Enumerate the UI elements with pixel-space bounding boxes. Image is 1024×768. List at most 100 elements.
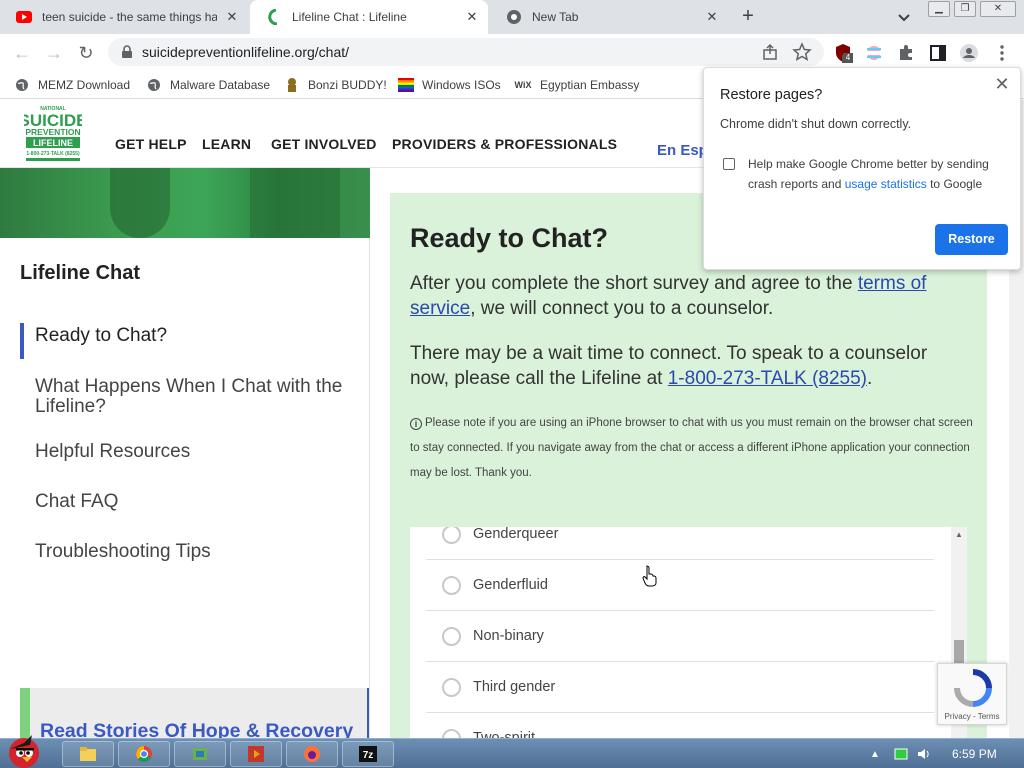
bookmark-egyptian-embassy[interactable]: WiX Egyptian Embassy (514, 76, 640, 94)
share-icon[interactable] (760, 42, 780, 62)
lifeline-icon (266, 9, 282, 25)
address-bar[interactable]: suicidepreventionlifeline.org/chat/ (108, 38, 824, 66)
extensions-puzzle-icon[interactable] (896, 43, 916, 63)
sidebar-item-ready-to-chat[interactable]: Ready to Chat? (35, 326, 355, 346)
option-label: Third gender (473, 679, 556, 695)
svg-text:7z: 7z (363, 750, 374, 761)
nav-learn[interactable]: LEARN (202, 136, 251, 152)
minimize-button[interactable]: ▁ (928, 1, 950, 17)
nav-get-help[interactable]: GET HELP (115, 136, 187, 152)
bookmark-label: Bonzi BUDDY! (308, 78, 387, 92)
taskbar-7zip[interactable]: 7z (342, 741, 394, 767)
lifeline-logo[interactable]: NATIONAL SUICIDE PREVENTION LIFELINE 1-8… (19, 104, 87, 164)
recaptcha-links[interactable]: Privacy - Terms (938, 712, 1006, 721)
recaptcha-badge[interactable]: Privacy - Terms (937, 663, 1007, 725)
option-label: Genderfluid (473, 577, 548, 593)
stories-cta-label: Read Stories Of Hope & Recovery (40, 720, 354, 738)
taskbar-explorer[interactable] (62, 741, 114, 767)
active-indicator (20, 323, 24, 359)
crash-report-checkbox[interactable] (723, 158, 735, 170)
chevron-down-icon (898, 14, 910, 22)
radio-button[interactable] (442, 677, 461, 697)
new-tab-button[interactable]: + (737, 6, 759, 28)
extension-badge: 4 (843, 53, 853, 63)
bookmark-malware-database[interactable]: Malware Database (146, 76, 270, 94)
bookmark-label: Windows ISOs (422, 78, 501, 92)
taskbar-chrome[interactable] (118, 741, 170, 767)
option-two-spirit[interactable]: Two-spirit (426, 713, 934, 738)
radio-button[interactable] (442, 575, 461, 595)
wait-time-paragraph: There may be a wait time to connect. To … (410, 343, 928, 389)
more-menu-icon[interactable] (992, 43, 1012, 63)
wix-icon: WiX (514, 80, 532, 90)
language-toggle[interactable]: En Esp (657, 142, 708, 159)
system-tray: ▲ (866, 739, 1024, 768)
iphone-note: i Please note if you are using an iPhone … (410, 417, 973, 479)
bookmark-star-icon[interactable] (792, 42, 812, 62)
scroll-up-icon[interactable]: ▲ (954, 531, 964, 539)
intro-paragraph: After you complete the short survey and … (410, 273, 927, 319)
bookmark-windows-isos[interactable]: Windows ISOs (398, 76, 501, 94)
option-genderqueer[interactable]: Genderqueer (426, 527, 934, 560)
reload-button[interactable]: ↻ (75, 42, 97, 64)
tab-search-button[interactable] (895, 8, 913, 26)
hand-cursor-icon (642, 565, 657, 587)
sidebar-item-chat-faq[interactable]: Chat FAQ (35, 492, 355, 512)
stories-cta[interactable]: Read Stories Of Hope & Recovery (20, 688, 369, 738)
radio-button[interactable] (442, 728, 461, 738)
radio-button[interactable] (442, 626, 461, 646)
bookmark-bonzi-buddy[interactable]: Bonzi BUDDY! (284, 76, 387, 94)
bookmark-label: Egyptian Embassy (540, 78, 640, 92)
tab-lifeline-chat[interactable]: Lifeline Chat : Lifeline ✕ (250, 0, 488, 34)
page-title: Ready to Chat? (410, 223, 609, 253)
taskbar-app[interactable] (174, 741, 226, 767)
clock[interactable]: 6:59 PM (952, 747, 997, 761)
pride-flag-icon[interactable] (864, 43, 884, 63)
folder-icon (80, 747, 96, 761)
profile-avatar-icon[interactable] (959, 43, 979, 63)
nav-get-involved[interactable]: GET INVOLVED (271, 136, 377, 152)
close-tab-icon[interactable]: ✕ (704, 9, 720, 25)
tab-strip: teen suicide - the same things ha ✕ Life… (0, 0, 1024, 34)
forward-button[interactable]: → (43, 42, 65, 64)
sidebar-item-troubleshooting[interactable]: Troubleshooting Tips (35, 542, 355, 562)
option-genderfluid[interactable]: Genderfluid (426, 560, 934, 611)
side-panel-icon[interactable] (928, 43, 948, 63)
sidebar-item-what-happens[interactable]: What Happens When I Chat with the Lifeli… (35, 377, 355, 417)
photo-app-icon (193, 748, 207, 760)
close-window-button[interactable]: ✕ (980, 1, 1016, 17)
option-third-gender[interactable]: Third gender (426, 662, 934, 713)
tab-youtube[interactable]: teen suicide - the same things ha ✕ (0, 0, 248, 34)
crash-report-label: Help make Google Chrome better by sendin… (748, 157, 989, 191)
nav-providers-professionals[interactable]: PROVIDERS & PROFESSIONALS (392, 136, 617, 152)
dialog-message: Chrome didn't shut down correctly. (720, 117, 912, 131)
taskbar: 7z ▲ 6:59 PM (0, 735, 1024, 768)
battery-icon[interactable] (894, 747, 908, 761)
close-tab-icon[interactable]: ✕ (464, 9, 480, 25)
radio-button[interactable] (442, 527, 461, 544)
lifeline-phone-link[interactable]: 1-800-273-TALK (8255) (668, 368, 867, 389)
option-non-binary[interactable]: Non-binary (426, 611, 934, 662)
tab-new-tab[interactable]: New Tab ✕ (490, 0, 728, 34)
svg-text:1-800-273-TALK (8255): 1-800-273-TALK (8255) (26, 151, 80, 157)
restore-button[interactable]: Restore (935, 224, 1008, 255)
close-tab-icon[interactable]: ✕ (224, 9, 240, 25)
chrome-icon (506, 9, 522, 25)
usage-statistics-link[interactable]: usage statistics (845, 177, 927, 191)
survey-chat-widget: Genderqueer Genderfluid Non-binary Third… (410, 527, 967, 738)
restore-window-button[interactable]: ❐ (954, 1, 976, 17)
bookmark-memz[interactable]: MEMZ Download (14, 76, 130, 94)
taskbar-media-player[interactable] (230, 741, 282, 767)
tab-title: teen suicide - the same things ha (42, 10, 217, 24)
close-dialog-icon[interactable]: ✕ (992, 74, 1012, 94)
svg-text:LIFELINE: LIFELINE (33, 138, 73, 148)
taskbar-firefox[interactable] (286, 741, 338, 767)
start-button-angry-bird-icon[interactable] (2, 731, 48, 768)
chat-panel: Ready to Chat? After you complete the sh… (390, 193, 987, 738)
sidebar-item-helpful-resources[interactable]: Helpful Resources (35, 442, 355, 462)
volume-icon[interactable] (916, 747, 932, 761)
back-button[interactable]: ← (11, 42, 33, 64)
tab-title: Lifeline Chat : Lifeline (292, 10, 407, 24)
tab-title: New Tab (532, 10, 579, 24)
show-hidden-icons[interactable]: ▲ (870, 749, 880, 760)
